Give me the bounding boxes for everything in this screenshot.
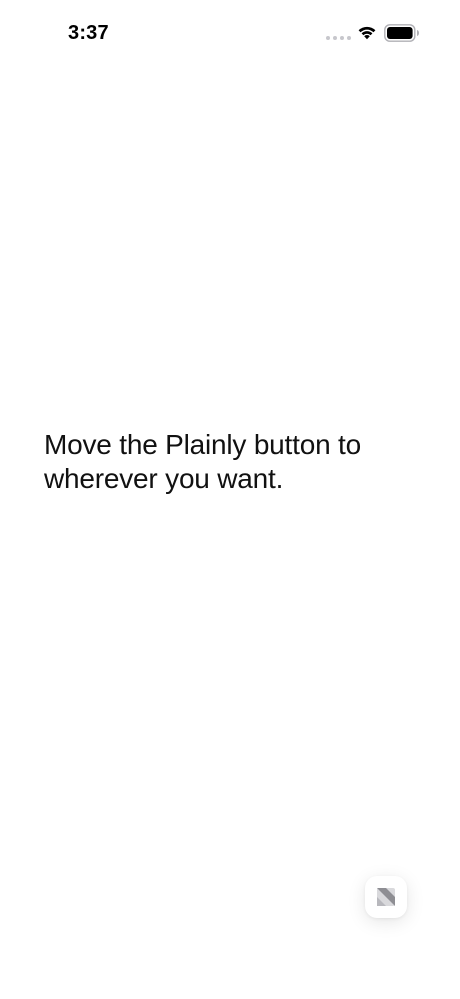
plainly-logo-icon (377, 888, 395, 906)
signal-dots-icon (326, 36, 351, 40)
status-time: 3:37 (68, 22, 109, 44)
onboarding-headline: Move the Plainly button to wherever you … (44, 429, 361, 494)
battery-icon (384, 24, 419, 42)
plainly-floating-button[interactable] (365, 876, 407, 918)
status-bar: 3:37 (0, 0, 460, 70)
screen: 3:37 Move the Plainly button to wherever… (0, 0, 460, 999)
wifi-icon (358, 26, 376, 40)
